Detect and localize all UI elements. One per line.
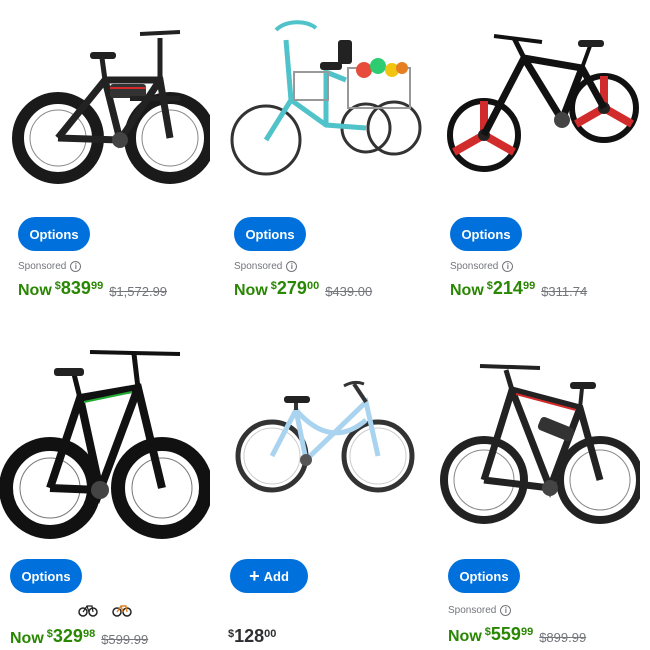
product-card-6[interactable]: Options Sponsored i Now $ 559 99 $899.99: [440, 340, 640, 650]
options-button[interactable]: Options: [10, 559, 82, 593]
plus-icon: +: [249, 566, 260, 586]
swatch-orange-bike[interactable]: [112, 601, 132, 617]
product-card-2[interactable]: Options Sponsored i Now $ 279 00 $439.00: [226, 10, 426, 305]
options-button[interactable]: Options: [234, 217, 306, 251]
price-dollars: 839: [60, 278, 91, 298]
now-label: Now: [448, 628, 482, 645]
product-card-1[interactable]: Options Sponsored i Now $ 839 99 $1,572.…: [10, 10, 210, 305]
price-cents: 99: [520, 626, 534, 638]
price-dollars: 128: [234, 626, 265, 646]
now-label: Now: [450, 282, 484, 299]
price-dollars: 214: [492, 278, 523, 298]
options-button-label: Options: [21, 568, 71, 584]
product-image-electric-mtb[interactable]: [440, 340, 640, 545]
was-price: $1,572.99: [109, 284, 168, 299]
price-cents: 99: [522, 280, 536, 292]
options-button[interactable]: Options: [450, 217, 522, 251]
price-dollars: 279: [276, 278, 307, 298]
options-button-label: Options: [245, 226, 295, 242]
options-button-label: Options: [29, 226, 79, 242]
now-label: Now: [18, 282, 52, 299]
price-cents: 00: [264, 628, 277, 640]
price: Now $ 839 99 $1,572.99: [18, 278, 167, 300]
now-label: Now: [234, 282, 268, 299]
product-image-ebike[interactable]: [10, 10, 210, 195]
info-icon[interactable]: i: [70, 261, 82, 272]
product-card-5[interactable]: + Add $ 128 00: [226, 340, 426, 650]
price-dollars: 559: [490, 624, 521, 644]
product-card-4[interactable]: Options Now $ 329 98 $599.99: [0, 340, 210, 650]
price-cents: 98: [82, 628, 96, 640]
price: Now $ 329 98 $599.99: [10, 626, 148, 648]
product-image-fat-tire-mtb[interactable]: [0, 340, 210, 550]
options-button[interactable]: Options: [18, 217, 90, 251]
add-to-cart-button[interactable]: + Add: [230, 559, 308, 593]
sponsored-label: Sponsored i: [450, 261, 514, 272]
was-price: $439.00: [325, 284, 373, 299]
product-image-tricycle[interactable]: [226, 10, 426, 195]
sponsored-label: Sponsored i: [448, 605, 512, 616]
options-button-label: Options: [459, 568, 509, 584]
price: Now $ 214 99 $311.74: [450, 278, 587, 300]
price-cents: 00: [306, 280, 320, 292]
was-price: $311.74: [541, 284, 588, 299]
price: Now $ 279 00 $439.00: [234, 278, 372, 300]
product-card-3[interactable]: Options Sponsored i Now $ 214 99 $311.74: [442, 10, 642, 305]
sponsored-label: Sponsored i: [18, 261, 82, 272]
now-label: Now: [10, 630, 44, 647]
product-image-folding-bike[interactable]: [442, 10, 642, 195]
price: Now $ 559 99 $899.99: [448, 624, 586, 646]
price: $ 128 00: [228, 626, 276, 647]
price-cents: 99: [90, 280, 104, 292]
swatch-black-bike[interactable]: [78, 601, 98, 617]
price-dollars: 329: [52, 626, 83, 646]
product-image-cruiser-bike[interactable]: [226, 340, 426, 550]
info-icon[interactable]: i: [286, 261, 298, 272]
options-button-label: Options: [461, 226, 511, 242]
was-price: $899.99: [539, 630, 587, 645]
sponsored-label: Sponsored i: [234, 261, 298, 272]
options-button[interactable]: Options: [448, 559, 520, 593]
add-button-label: Add: [263, 568, 289, 584]
was-price: $599.99: [101, 632, 149, 647]
info-icon[interactable]: i: [502, 261, 514, 272]
color-swatches: [78, 601, 132, 617]
info-icon[interactable]: i: [500, 605, 512, 616]
